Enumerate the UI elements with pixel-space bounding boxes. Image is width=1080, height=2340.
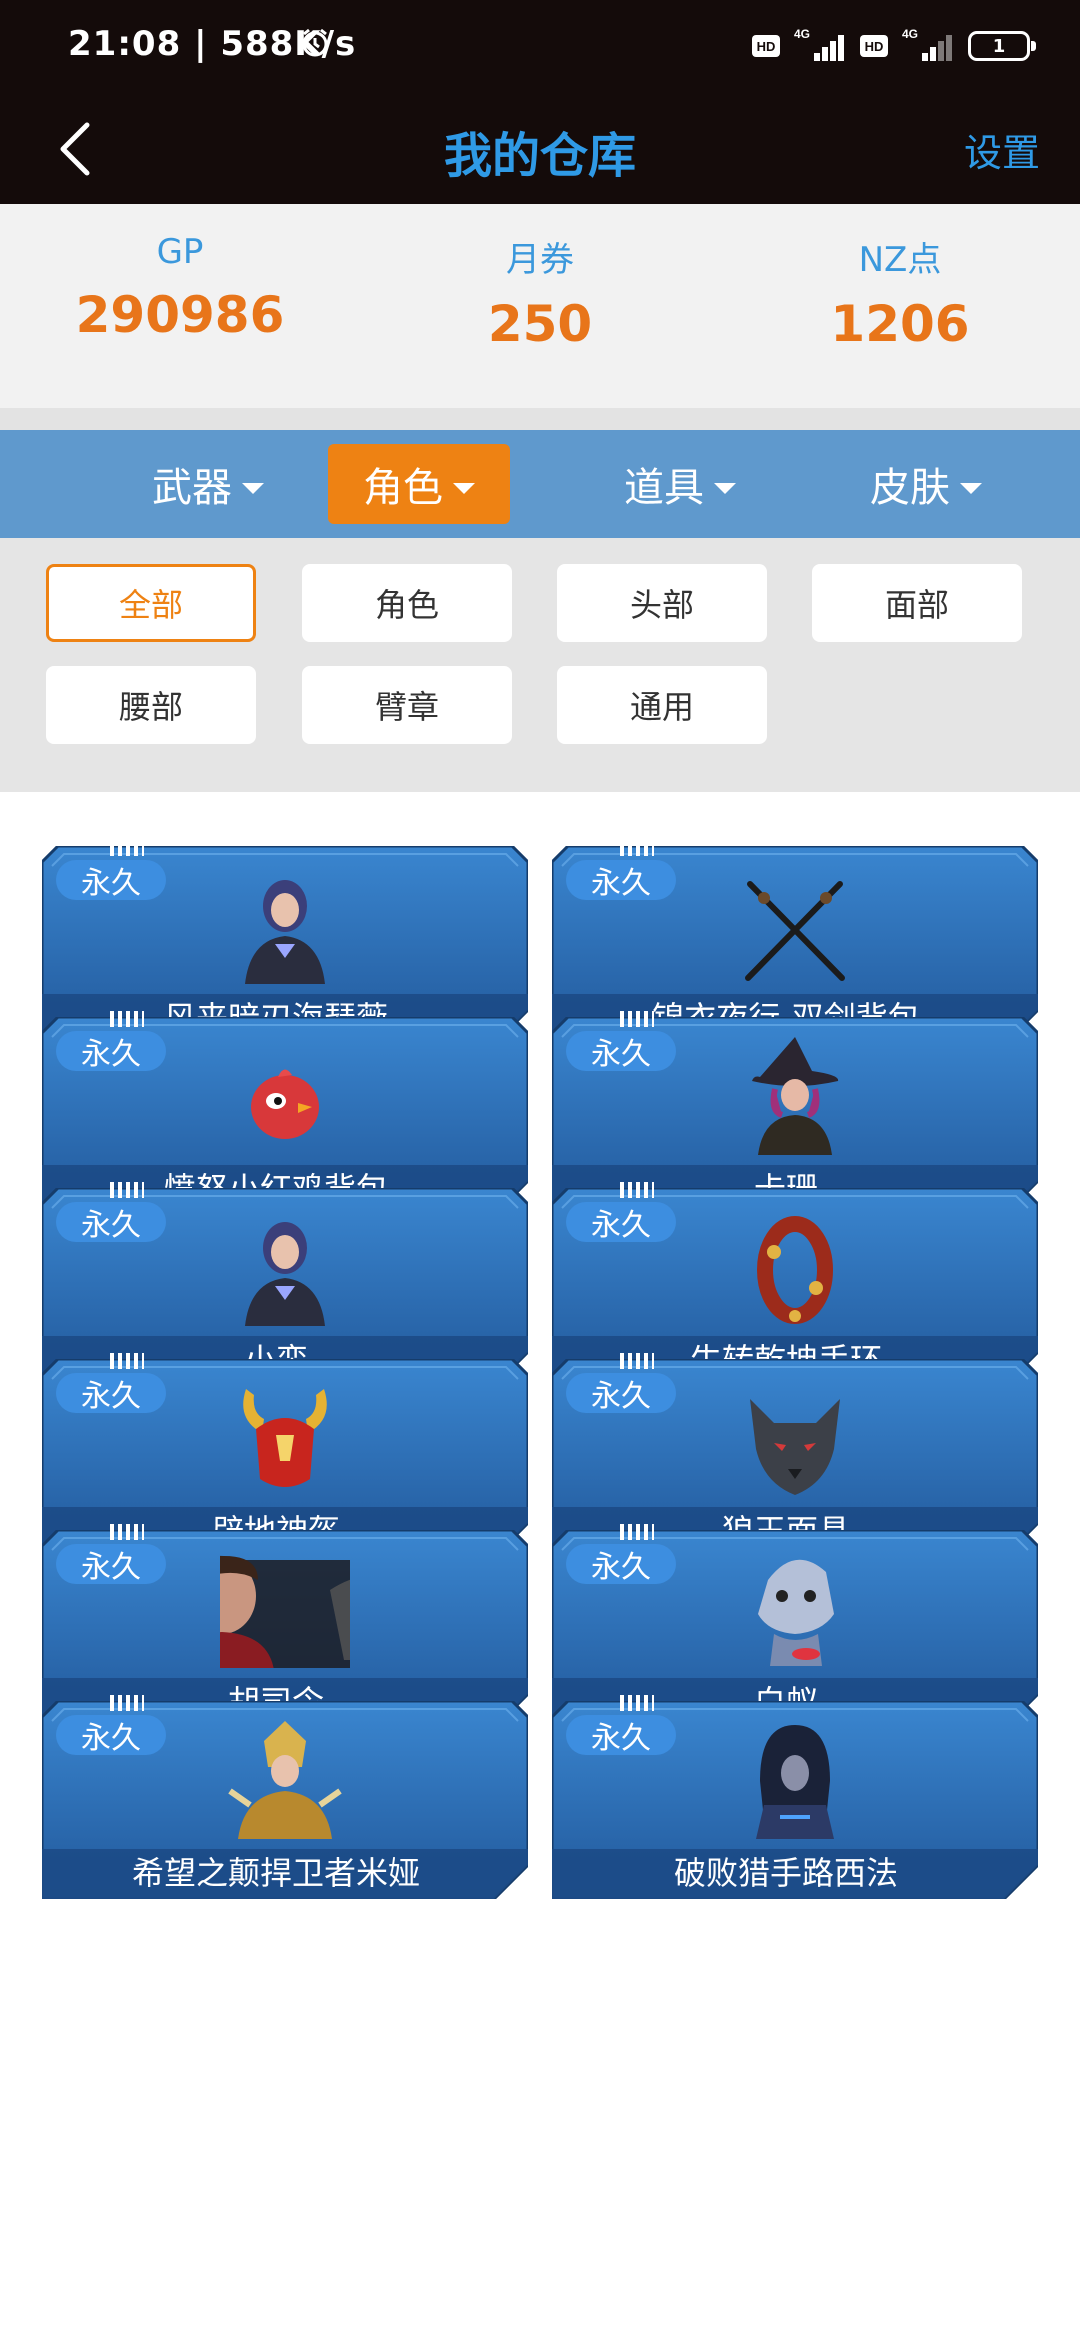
card-notch xyxy=(110,1695,144,1711)
permanent-badge: 永久 xyxy=(566,1031,676,1072)
card-notch xyxy=(110,1524,144,1540)
signal-icon: 4G xyxy=(794,27,846,63)
female-character-portrait-icon xyxy=(245,880,325,984)
tab-skins[interactable]: 皮肤 xyxy=(836,444,1016,524)
item-card[interactable]: 永久希望之颠捍卫者米娅 xyxy=(42,1695,528,1899)
app-header: 我的仓库 设置 xyxy=(0,96,1080,204)
permanent-badge: 永久 xyxy=(566,1202,676,1243)
card-notch xyxy=(620,1182,654,1198)
category-tabs: 武器 角色 道具 皮肤 xyxy=(0,430,1080,538)
hooded-character-icon xyxy=(756,1725,834,1839)
currency-value: 290986 xyxy=(75,286,285,344)
filter-waist[interactable]: 腰部 xyxy=(46,666,256,744)
female-character-portrait-icon xyxy=(245,1222,325,1326)
currency-summary: GP 290986 月券 250 NZ点 1206 xyxy=(0,204,1080,408)
bracelet-icon xyxy=(757,1216,833,1324)
item-grid: 永久风来暗刃海瑟薇 永久锦衣夜行-双剑背包 永久愤怒小红鸡背包 永久卡珊 永久小… xyxy=(0,792,1080,2340)
permanent-badge: 永久 xyxy=(56,1031,166,1072)
filter-all[interactable]: 全部 xyxy=(46,564,256,642)
tab-label: 角色 xyxy=(363,465,443,511)
armored-character-icon xyxy=(228,1721,342,1839)
permanent-badge: 永久 xyxy=(56,1715,166,1756)
currency-monthly-ticket: 月券 250 xyxy=(360,232,720,353)
caret-down-icon xyxy=(960,482,982,494)
wolf-mask-icon xyxy=(750,1399,840,1495)
hd-icon: HD xyxy=(752,35,780,57)
status-bar: 21:08 | 588K/s HD 4G HD 4G 1 xyxy=(0,0,1080,96)
permanent-badge: 永久 xyxy=(56,1544,166,1585)
crossed-swords-icon xyxy=(745,881,845,981)
card-notch xyxy=(620,1695,654,1711)
tab-characters[interactable]: 角色 xyxy=(328,444,510,524)
battery-icon: 1 xyxy=(968,31,1036,61)
settings-button[interactable]: 设置 xyxy=(964,122,1040,177)
item-name: 破败猎手路西法 xyxy=(673,1854,898,1892)
network-type: 4G xyxy=(902,27,919,41)
item-name: 希望之颠捍卫者米娅 xyxy=(131,1854,420,1892)
card-notch xyxy=(110,1011,144,1027)
caret-down-icon xyxy=(453,482,475,494)
card-notch xyxy=(110,840,144,856)
permanent-badge: 永久 xyxy=(56,860,166,901)
filter-general[interactable]: 通用 xyxy=(557,666,767,744)
horned-helmet-icon xyxy=(243,1389,327,1487)
filter-face[interactable]: 面部 xyxy=(812,564,1022,642)
red-chick-icon xyxy=(251,1069,319,1139)
status-icons: HD 4G HD 4G 1 xyxy=(752,26,1036,66)
card-notch xyxy=(620,1524,654,1540)
item-card[interactable]: 永久破败猎手路西法 xyxy=(552,1695,1038,1899)
masked-character-icon xyxy=(758,1559,834,1666)
witch-character-portrait-icon xyxy=(752,1037,839,1155)
currency-gp: GP 290986 xyxy=(0,232,360,344)
card-notch xyxy=(620,1353,654,1369)
currency-label: GP xyxy=(156,232,204,272)
battery-level: 1 xyxy=(992,35,1006,57)
caret-down-icon xyxy=(714,482,736,494)
filter-armband[interactable]: 臂章 xyxy=(302,666,512,744)
permanent-badge: 永久 xyxy=(566,1715,676,1756)
tab-items[interactable]: 道具 xyxy=(590,444,770,524)
card-notch xyxy=(110,1182,144,1198)
filter-character[interactable]: 角色 xyxy=(302,564,512,642)
permanent-badge: 永久 xyxy=(56,1373,166,1414)
currency-value: 250 xyxy=(487,295,593,353)
permanent-badge: 永久 xyxy=(566,1373,676,1414)
permanent-badge: 永久 xyxy=(56,1202,166,1243)
network-type: 4G xyxy=(794,27,811,41)
permanent-badge: 永久 xyxy=(566,860,676,901)
signal-icon: 4G xyxy=(902,27,954,63)
tab-weapons[interactable]: 武器 xyxy=(118,444,298,524)
caret-down-icon xyxy=(242,482,264,494)
currency-label: 月券 xyxy=(506,240,574,280)
tab-label: 武器 xyxy=(152,465,232,511)
currency-value: 1206 xyxy=(830,295,970,353)
divider xyxy=(0,408,1080,430)
filter-head[interactable]: 头部 xyxy=(557,564,767,642)
tab-label: 皮肤 xyxy=(870,465,950,511)
currency-label: NZ点 xyxy=(858,240,942,280)
page-title: 我的仓库 xyxy=(443,128,636,184)
currency-nz-points: NZ点 1206 xyxy=(720,232,1080,353)
card-notch xyxy=(620,840,654,856)
filter-panel: 全部 角色 头部 面部 腰部 臂章 通用 xyxy=(0,538,1080,792)
male-character-portrait-icon xyxy=(220,1555,350,1668)
card-notch xyxy=(110,1353,144,1369)
alarm-icon xyxy=(302,28,328,57)
hd-icon: HD xyxy=(860,35,888,57)
card-notch xyxy=(620,1011,654,1027)
permanent-badge: 永久 xyxy=(566,1544,676,1585)
tab-label: 道具 xyxy=(624,465,704,511)
